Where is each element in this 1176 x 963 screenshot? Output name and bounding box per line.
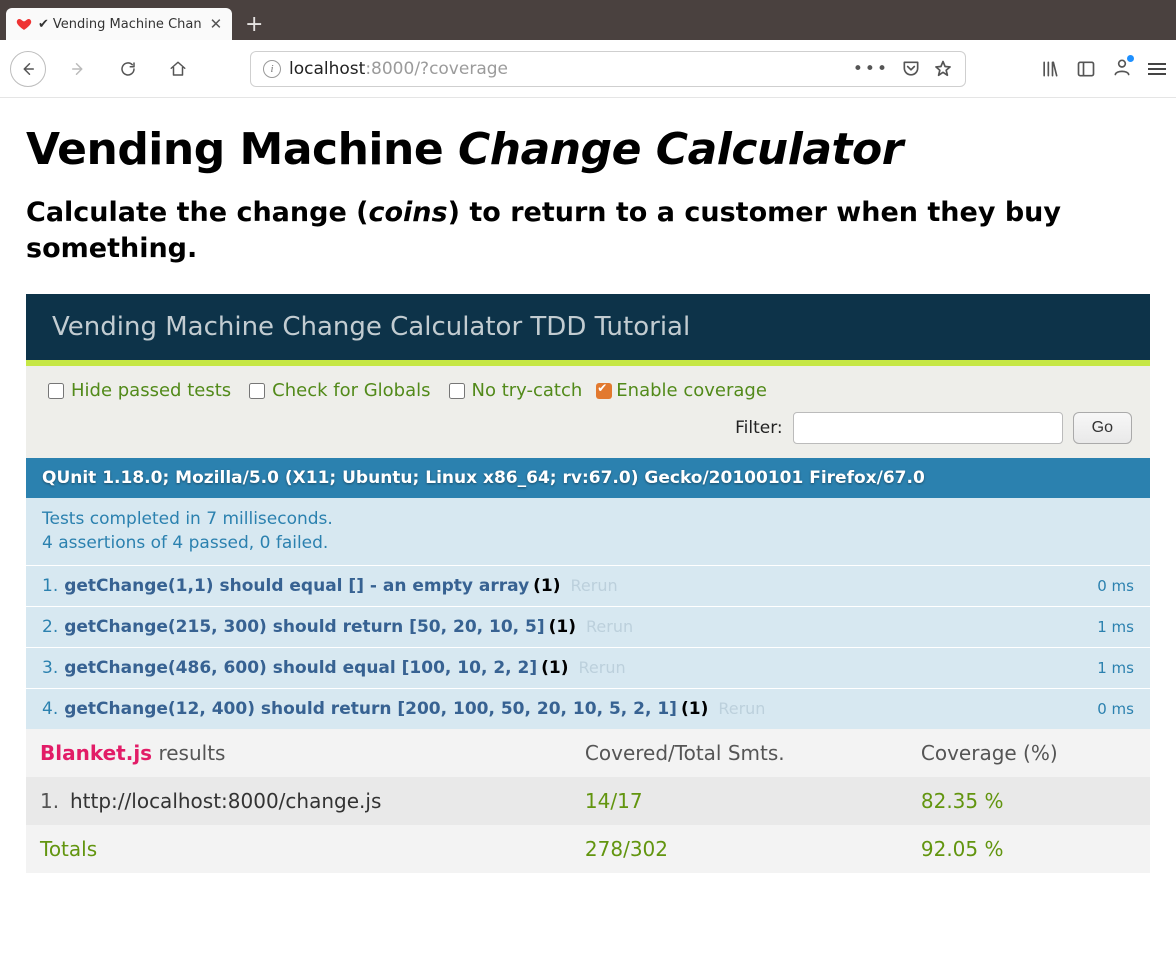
blanket-col-coverage: Coverage (%)	[907, 729, 1150, 777]
test-assert-count: (1)	[549, 617, 576, 637]
bookmark-star-icon[interactable]	[933, 59, 953, 79]
forward-button[interactable]	[60, 51, 96, 87]
no-trycatch-checkbox[interactable]: No try-catch	[445, 380, 583, 402]
browser-toolbar: i localhost:8000/?coverage •••	[0, 40, 1176, 98]
test-row[interactable]: 4. getChange(12, 400) should return [200,…	[26, 688, 1150, 729]
test-time: 0 ms	[1097, 700, 1134, 718]
qunit-test-list: 1. getChange(1,1) should equal [] - an em…	[26, 565, 1150, 729]
check-globals-checkbox[interactable]: Check for Globals	[245, 380, 430, 402]
blanket-totals-row: Totals 278/302 92.05 %	[26, 825, 1150, 873]
menu-icon[interactable]	[1148, 63, 1166, 75]
arrow-left-icon	[19, 60, 37, 78]
blanket-title-cell: Blanket.js results	[26, 729, 571, 777]
browser-tab-active[interactable]: ✔ Vending Machine Chan ✕	[6, 8, 232, 40]
enable-coverage-checkbox[interactable]: Enable coverage	[596, 380, 767, 401]
account-icon[interactable]	[1112, 57, 1132, 81]
pocket-icon[interactable]	[901, 59, 921, 79]
qunit-result-summary: Tests completed in 7 milliseconds. 4 ass…	[26, 498, 1150, 566]
sidebar-icon[interactable]	[1076, 59, 1096, 79]
page-actions-icon[interactable]: •••	[853, 59, 889, 79]
test-index: 2.	[42, 617, 58, 637]
rerun-link[interactable]: Rerun	[586, 617, 633, 636]
page-title: Vending Machine Change Calculator	[26, 124, 1150, 175]
filter-go-button[interactable]: Go	[1073, 412, 1132, 444]
blanket-file-row[interactable]: 1.http://localhost:8000/change.js 14/17 …	[26, 777, 1150, 825]
test-row[interactable]: 2. getChange(215, 300) should return [50,…	[26, 606, 1150, 647]
test-name: getChange(486, 600) should equal [100, 1…	[64, 658, 537, 678]
browser-tab-strip: ✔ Vending Machine Chan ✕ +	[0, 0, 1176, 40]
test-index: 1.	[42, 576, 58, 596]
filter-input[interactable]	[793, 412, 1063, 444]
test-time: 1 ms	[1097, 618, 1134, 636]
toolbar-right-icons	[1040, 57, 1166, 81]
back-button[interactable]	[10, 51, 46, 87]
url-actions: •••	[853, 59, 953, 79]
test-assert-count: (1)	[533, 576, 560, 596]
test-assert-count: (1)	[541, 658, 568, 678]
page-subtitle: Calculate the change (coins) to return t…	[26, 195, 1150, 268]
test-row[interactable]: 1. getChange(1,1) should equal [] - an em…	[26, 565, 1150, 606]
test-row[interactable]: 3. getChange(486, 600) should equal [100,…	[26, 647, 1150, 688]
rerun-link[interactable]: Rerun	[579, 658, 626, 677]
blanket-col-covered: Covered/Total Smts.	[571, 729, 907, 777]
test-time: 1 ms	[1097, 659, 1134, 677]
qunit-toolbar: Hide passed tests Check for Globals No t…	[26, 366, 1150, 458]
home-icon	[169, 60, 187, 78]
test-index: 3.	[42, 658, 58, 678]
test-name: getChange(215, 300) should return [50, 2…	[64, 617, 544, 637]
new-tab-button[interactable]: +	[238, 8, 270, 40]
home-button[interactable]	[160, 51, 196, 87]
tab-close-icon[interactable]: ✕	[210, 15, 223, 33]
tab-check-icon: ✔	[38, 17, 49, 32]
heart-favicon-icon	[16, 16, 32, 32]
filter-label: Filter:	[735, 418, 783, 438]
qunit-container: Vending Machine Change Calculator TDD Tu…	[26, 294, 1150, 874]
qunit-useragent: QUnit 1.18.0; Mozilla/5.0 (X11; Ubuntu; …	[26, 458, 1150, 498]
arrow-right-icon	[69, 60, 87, 78]
test-name: getChange(12, 400) should return [200, 1…	[64, 699, 677, 719]
test-index: 4.	[42, 699, 58, 719]
library-icon[interactable]	[1040, 59, 1060, 79]
page-content: Vending Machine Change Calculator Calcul…	[0, 98, 1176, 891]
test-name: getChange(1,1) should equal [] - an empt…	[64, 576, 529, 596]
hide-passed-checkbox[interactable]: Hide passed tests	[44, 380, 231, 402]
reload-button[interactable]	[110, 51, 146, 87]
blanket-results-table: Blanket.js results Covered/Total Smts. C…	[26, 729, 1150, 873]
rerun-link[interactable]: Rerun	[571, 576, 618, 595]
qunit-header: Vending Machine Change Calculator TDD Tu…	[26, 294, 1150, 360]
address-bar[interactable]: i localhost:8000/?coverage •••	[250, 51, 966, 87]
test-assert-count: (1)	[681, 699, 708, 719]
reload-icon	[119, 60, 137, 78]
rerun-link[interactable]: Rerun	[718, 699, 765, 718]
url-text: localhost:8000/?coverage	[289, 59, 508, 79]
tab-title: Vending Machine Chan	[53, 17, 202, 32]
test-time: 0 ms	[1097, 577, 1134, 595]
site-info-icon[interactable]: i	[263, 60, 281, 78]
